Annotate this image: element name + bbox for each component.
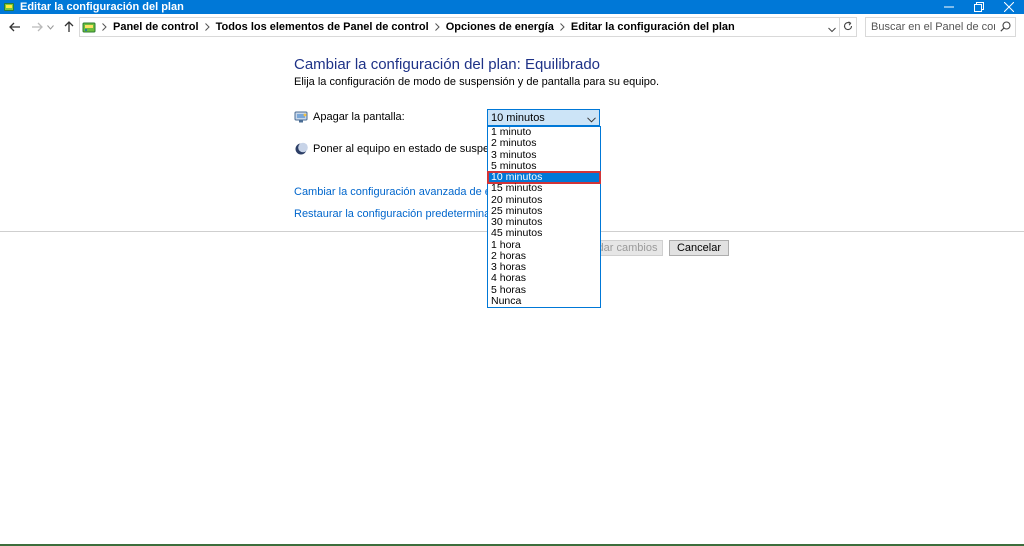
breadcrumb-item[interactable]: Editar la configuración del plan: [571, 21, 735, 33]
dropdown-option[interactable]: 4 horas: [488, 272, 600, 284]
chevron-down-icon: [587, 114, 596, 126]
breadcrumb-chevron-icon[interactable]: [102, 23, 107, 31]
search-input[interactable]: [871, 21, 995, 33]
window-controls: [934, 0, 1024, 14]
breadcrumb-chevron-icon[interactable]: [560, 23, 565, 31]
moon-icon: [294, 142, 308, 156]
control-panel-icon: [82, 20, 96, 34]
dropdown-option[interactable]: 2 minutos: [488, 137, 600, 149]
display-off-dropdown-list[interactable]: 1 minuto 2 minutos 3 minutos 5 minutos 1…: [487, 126, 601, 308]
display-off-select[interactable]: 10 minutos: [487, 109, 600, 126]
display-off-row: Apagar la pantalla:: [294, 110, 405, 124]
dropdown-option[interactable]: Nunca: [488, 295, 600, 307]
refresh-icon: [843, 20, 853, 34]
search-box[interactable]: [865, 17, 1016, 37]
navigation-bar: Panel de control Todos los elementos de …: [0, 14, 1024, 40]
minimize-icon[interactable]: [934, 0, 964, 14]
breadcrumb-chevron-icon[interactable]: [434, 23, 440, 31]
monitor-icon: [294, 110, 308, 124]
recent-chevron-icon[interactable]: [46, 20, 54, 34]
page-title: Cambiar la configuración del plan: Equil…: [294, 56, 601, 73]
breadcrumb-item[interactable]: Todos los elementos de Panel de control: [216, 21, 429, 33]
display-off-value: 10 minutos: [491, 111, 545, 124]
up-arrow-icon[interactable]: [62, 20, 76, 34]
breadcrumb-item[interactable]: Panel de control: [113, 21, 199, 33]
back-arrow-icon[interactable]: [8, 20, 22, 34]
breadcrumb-item[interactable]: Opciones de energía: [446, 21, 554, 33]
title-bar: Editar la configuración del plan: [0, 0, 1024, 14]
address-dropdown-chevron-icon[interactable]: [828, 22, 836, 36]
save-changes-button[interactable]: dar cambios: [592, 240, 663, 256]
cancel-button[interactable]: Cancelar: [669, 240, 729, 256]
breadcrumb-chevron-icon[interactable]: [204, 23, 210, 31]
restore-icon[interactable]: [964, 0, 994, 14]
window-title: Editar la configuración del plan: [20, 1, 184, 13]
close-icon[interactable]: [994, 0, 1024, 14]
forward-arrow-icon[interactable]: [30, 20, 44, 34]
dropdown-option[interactable]: 45 minutos: [488, 227, 600, 239]
address-bar[interactable]: Panel de control Todos los elementos de …: [79, 17, 840, 37]
sleep-row: Poner al equipo en estado de suspensión:: [294, 142, 519, 156]
refresh-button[interactable]: [839, 17, 857, 37]
display-off-label: Apagar la pantalla:: [313, 111, 405, 123]
control-panel-icon: [3, 1, 15, 13]
dropdown-option[interactable]: 15 minutos: [488, 182, 600, 194]
search-icon[interactable]: [1000, 21, 1011, 35]
page-subtitle: Elija la configuración de modo de suspen…: [294, 76, 660, 88]
